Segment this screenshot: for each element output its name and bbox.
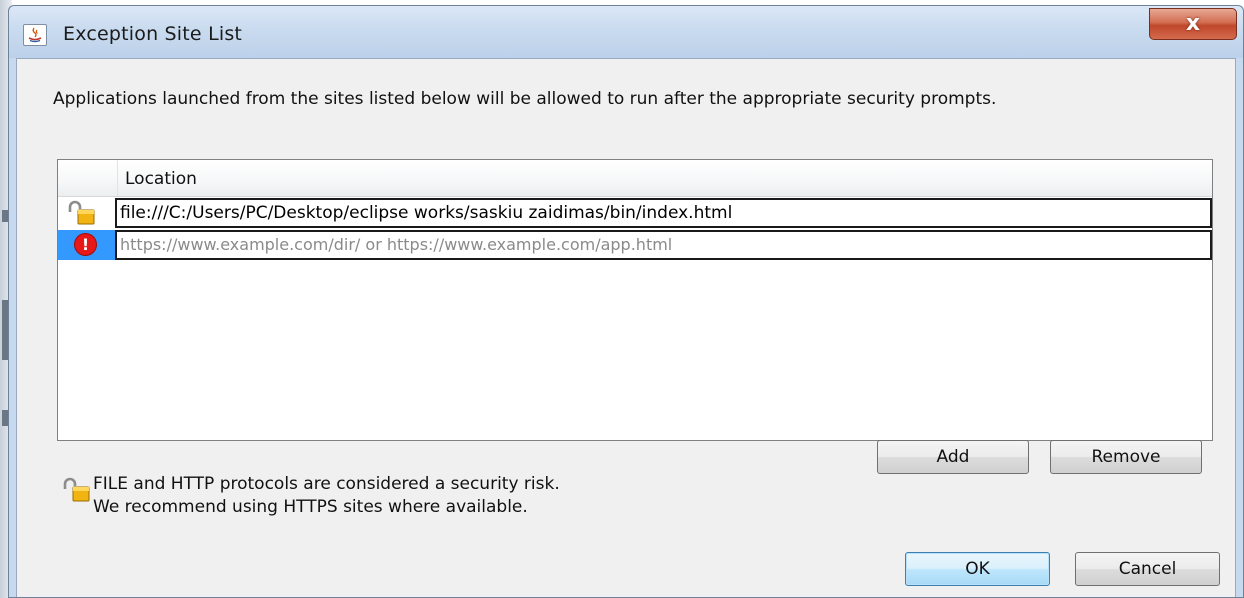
location-cell[interactable]: file:///C:/Users/PC/Desktop/eclipse work…	[115, 198, 1212, 228]
warning-line-1: FILE and HTTP protocols are considered a…	[93, 474, 560, 494]
row-status	[58, 198, 115, 228]
security-warning: FILE and HTTP protocols are considered a…	[93, 473, 560, 519]
table-header: Location	[58, 160, 1212, 197]
row-status-selected: !	[58, 230, 115, 260]
add-button[interactable]: Add	[877, 440, 1029, 474]
warning-line-2: We recommend using HTTPS sites where ava…	[93, 497, 528, 517]
table-header-corner	[58, 160, 118, 196]
exception-site-list-dialog: Exception Site List x Applications launc…	[8, 5, 1244, 598]
window-title: Exception Site List	[63, 23, 243, 45]
column-header-location[interactable]: Location	[125, 169, 197, 189]
table-row[interactable]: file:///C:/Users/PC/Desktop/eclipse work…	[58, 198, 1212, 228]
remove-button[interactable]: Remove	[1050, 440, 1202, 474]
java-app-icon[interactable]	[23, 24, 47, 46]
dialog-content: Applications launched from the sites lis…	[16, 58, 1236, 597]
table-row[interactable]: ! https://www.example.com/dir/ or https:…	[58, 230, 1212, 260]
location-input[interactable]: https://www.example.com/dir/ or https://…	[115, 230, 1212, 260]
description-text: Applications launched from the sites lis…	[53, 89, 997, 109]
error-icon: !	[74, 233, 97, 256]
unlocked-padlock-icon	[63, 477, 90, 502]
title-bar[interactable]: Exception Site List x	[9, 6, 1243, 58]
unlocked-padlock-icon	[68, 200, 95, 225]
site-list-table[interactable]: Location file:///C:/Users/PC/Desktop/ecl…	[57, 159, 1213, 441]
ok-button[interactable]: OK	[905, 552, 1050, 586]
cancel-button[interactable]: Cancel	[1075, 552, 1220, 586]
close-button[interactable]: x	[1149, 8, 1237, 40]
close-icon: x	[1185, 11, 1201, 36]
